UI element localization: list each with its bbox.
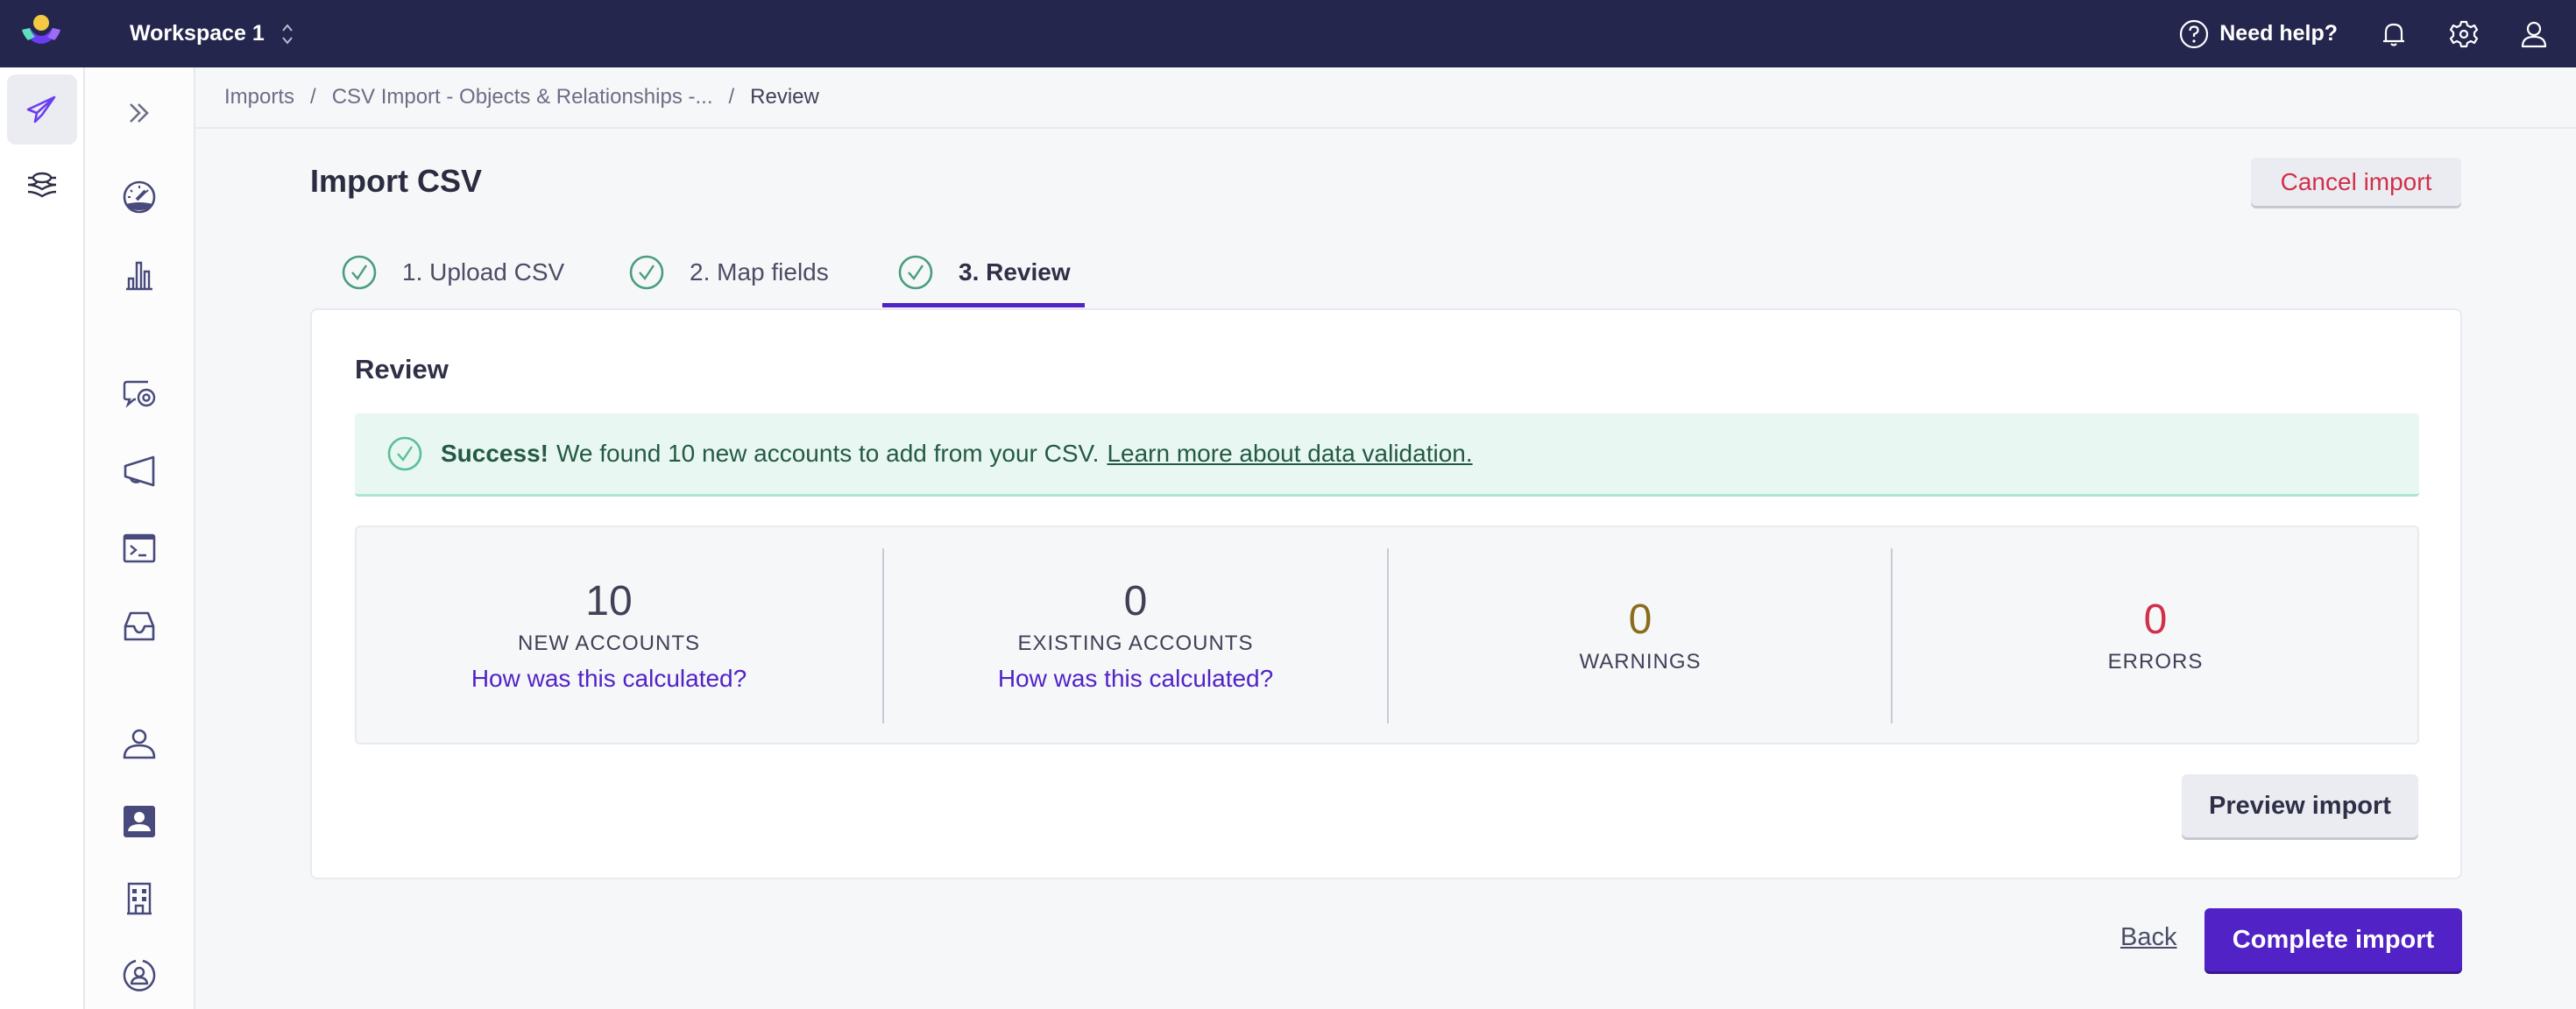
gear-icon [2449, 20, 2479, 47]
megaphone-icon [124, 455, 155, 487]
stat-label: EXISTING ACCOUNTS [1017, 632, 1254, 655]
sidebar-item-messages[interactable] [85, 363, 194, 425]
stat-label: ERRORS [2107, 650, 2204, 674]
layers-icon [27, 172, 57, 198]
how-calculated-link[interactable]: How was this calculated? [998, 665, 1273, 693]
import-steps-tabs: 1. Upload CSV 2. Map fields 3. Review [310, 236, 1186, 308]
import-stats: 10 NEW ACCOUNTS How was this calculated?… [355, 526, 2419, 744]
complete-import-button[interactable]: Complete import [2204, 908, 2462, 971]
workspace-name: Workspace 1 [130, 21, 265, 46]
check-circle-icon [387, 436, 422, 471]
terminal-icon [123, 533, 156, 563]
stat-label: NEW ACCOUNTS [517, 632, 700, 655]
stat-label: WARNINGS [1579, 650, 1702, 674]
workspace-switcher[interactable]: Workspace 1 [130, 0, 294, 67]
stat-value: 0 [1628, 596, 1652, 643]
need-help-label: Need help? [2219, 21, 2338, 46]
bar-chart-icon [126, 261, 152, 291]
inbox-icon [124, 611, 155, 641]
gauge-icon [123, 180, 156, 214]
paper-plane-icon [26, 95, 56, 123]
sidebar-item-audience[interactable] [85, 945, 194, 1006]
sidebar-item-announcements[interactable] [85, 441, 194, 502]
active-tab-indicator [882, 303, 1085, 307]
preview-import-button[interactable]: Preview import [2182, 774, 2418, 837]
tab-label: 1. Upload CSV [402, 258, 565, 286]
double-chevron-right-icon [130, 103, 149, 123]
sidebar-item-contacts[interactable] [85, 791, 194, 852]
learn-more-link[interactable]: Learn more about data validation. [1107, 440, 1472, 468]
need-help-button[interactable]: Need help? [2179, 19, 2338, 49]
user-icon [2521, 21, 2547, 47]
page-title: Import CSV [310, 163, 483, 199]
sidebar-item-developer[interactable] [85, 518, 194, 579]
bell-icon [2383, 23, 2404, 46]
breadcrumb: Imports / CSV Import - Objects & Relatio… [195, 67, 2576, 129]
stat-value: 0 [2143, 596, 2168, 643]
stat-value: 0 [1123, 578, 1148, 624]
top-bar: Workspace 1 Need help? [0, 0, 2576, 67]
primary-nav-rail [0, 67, 85, 1009]
tab-review[interactable]: 3. Review [897, 236, 1071, 308]
building-icon [127, 882, 152, 915]
stat-existing-accounts: 0 EXISTING ACCOUNTS How was this calcula… [884, 527, 1387, 743]
sidebar-item-dashboard[interactable] [85, 166, 194, 228]
stat-value: 10 [585, 578, 633, 624]
rail-item-engage[interactable] [7, 74, 77, 145]
check-circle-icon [629, 255, 664, 290]
secondary-nav-rail [85, 67, 195, 1009]
tab-upload-csv[interactable]: 1. Upload CSV [341, 236, 564, 308]
breadcrumb-current: Review [750, 85, 819, 109]
review-card: Review Success! We found 10 new accounts… [310, 308, 2462, 879]
success-label: Success! [441, 440, 548, 467]
check-circle-icon [898, 255, 933, 290]
person-icon [123, 729, 156, 759]
user-circle-icon [123, 959, 156, 991]
stat-errors: 0 ERRORS [1893, 527, 2418, 743]
chevron-up-down-icon [282, 23, 293, 45]
breadcrumb-csv-import[interactable]: CSV Import - Objects & Relationships -..… [332, 85, 713, 109]
check-circle-icon [342, 255, 377, 290]
chat-target-icon [123, 380, 156, 408]
tab-map-fields[interactable]: 2. Map fields [628, 236, 829, 308]
notifications-button[interactable] [2378, 18, 2410, 50]
expand-sidebar-button[interactable] [85, 82, 194, 144]
contact-card-icon [124, 806, 155, 837]
success-message: We found 10 new accounts to add from you… [556, 440, 1100, 467]
app-logo-icon[interactable] [19, 14, 63, 53]
back-link[interactable]: Back [2120, 923, 2176, 952]
cancel-import-button[interactable]: Cancel import [2251, 158, 2461, 206]
sidebar-item-inbox[interactable] [85, 596, 194, 657]
sidebar-item-analytics[interactable] [85, 244, 194, 306]
breadcrumb-separator: / [728, 85, 735, 109]
breadcrumb-separator: / [310, 85, 316, 109]
tab-label: 3. Review [959, 258, 1071, 286]
how-calculated-link[interactable]: How was this calculated? [471, 665, 747, 693]
help-circle-icon [2180, 19, 2209, 48]
stat-warnings: 0 WARNINGS [1389, 527, 1892, 743]
breadcrumb-imports[interactable]: Imports [224, 85, 294, 109]
rail-item-data[interactable] [7, 150, 77, 220]
success-banner: Success! We found 10 new accounts to add… [355, 413, 2419, 497]
sidebar-item-people[interactable] [85, 713, 194, 774]
profile-button[interactable] [2518, 18, 2550, 50]
stat-new-accounts: 10 NEW ACCOUNTS How was this calculated? [357, 527, 861, 743]
tab-label: 2. Map fields [690, 258, 829, 286]
review-heading: Review [355, 354, 449, 385]
settings-button[interactable] [2448, 18, 2480, 50]
sidebar-item-accounts[interactable] [85, 868, 194, 929]
